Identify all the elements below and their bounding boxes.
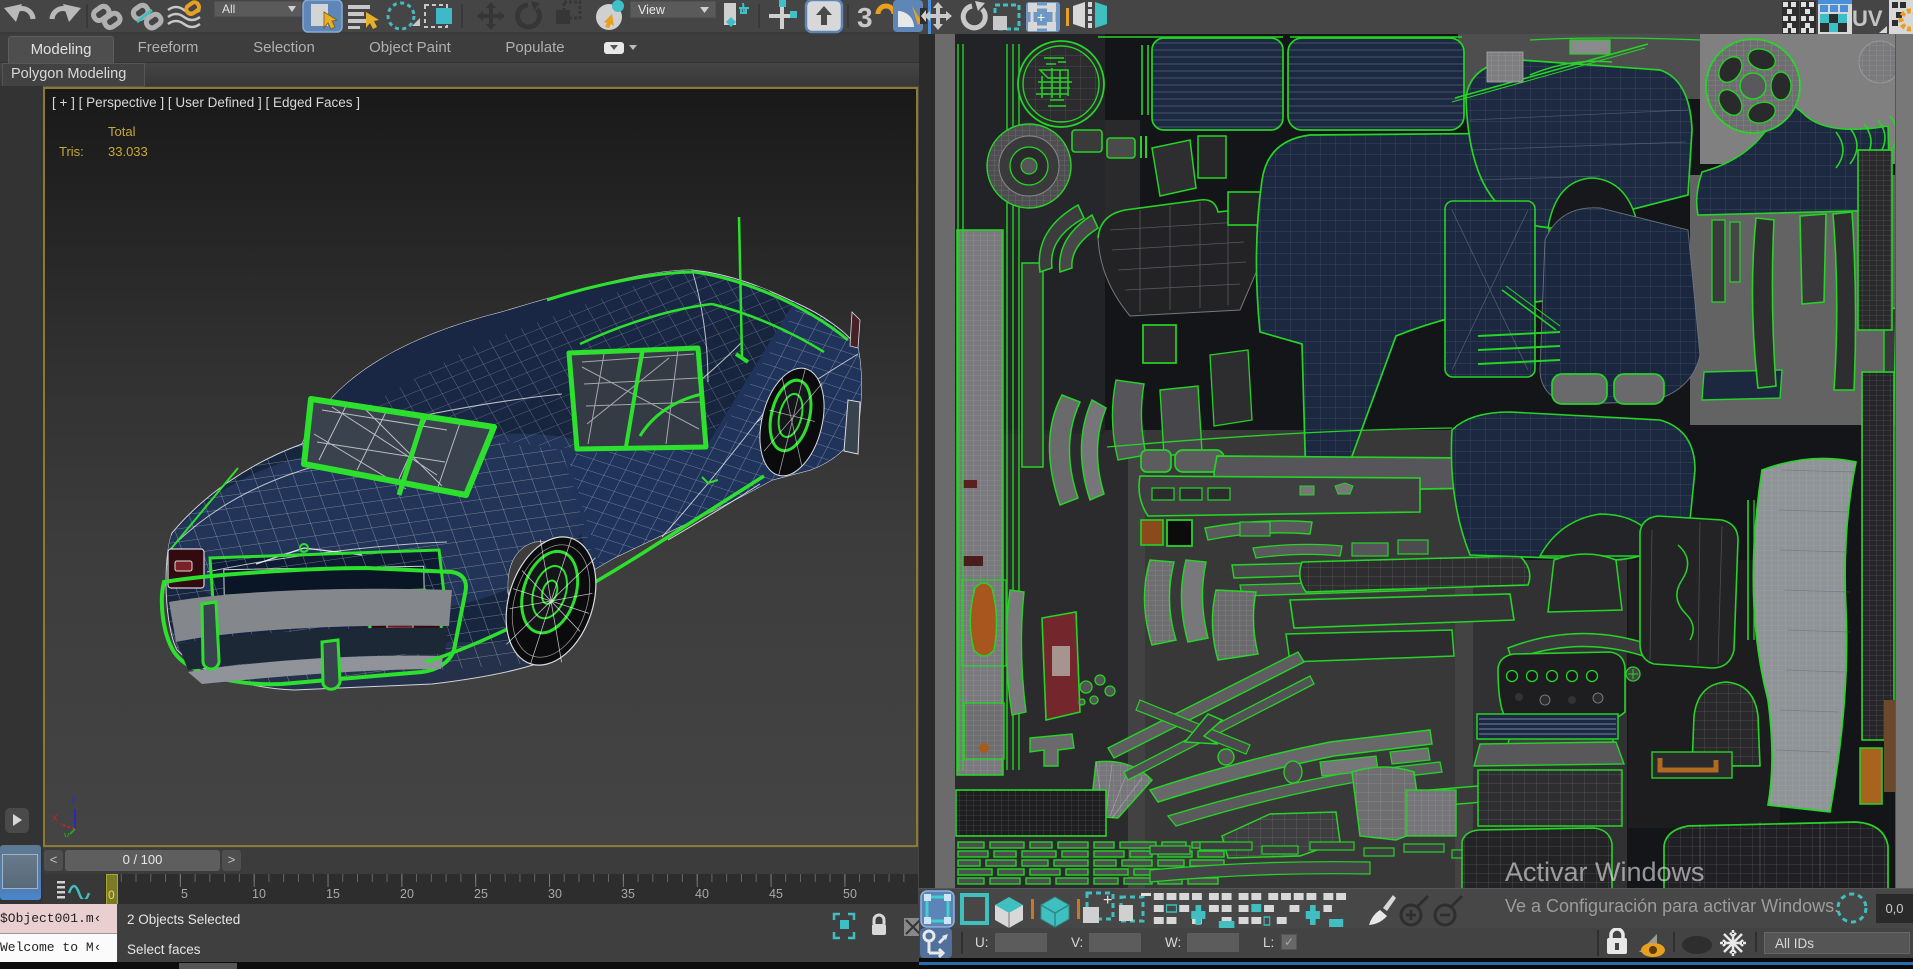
svg-text:+: +	[1037, 9, 1045, 25]
svg-text:All: All	[222, 2, 235, 16]
svg-text:3: 3	[857, 2, 873, 33]
svg-text:UV: UV	[1852, 6, 1883, 31]
svg-text:+: +	[1103, 892, 1112, 909]
svg-text:View: View	[638, 3, 666, 17]
